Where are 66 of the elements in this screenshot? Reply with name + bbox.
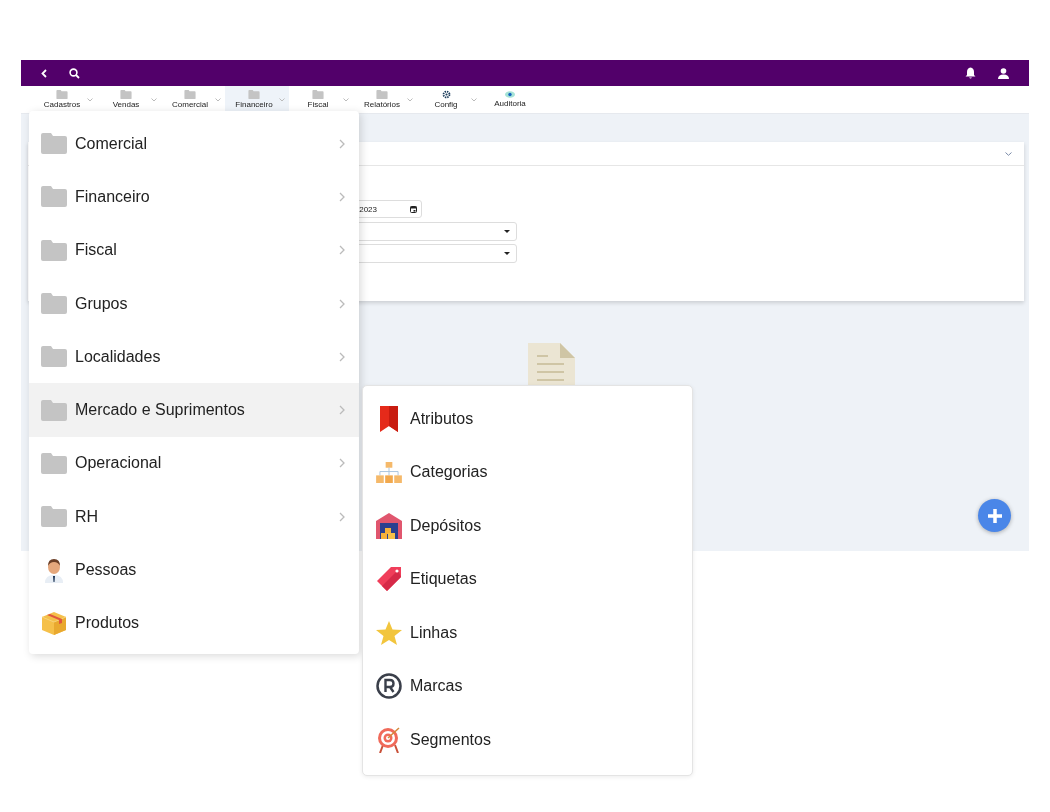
folder-icon <box>41 239 67 261</box>
search-icon[interactable] <box>69 67 80 79</box>
folder-icon <box>41 133 67 155</box>
user-icon[interactable] <box>998 67 1009 79</box>
menu-item[interactable]: Produtos <box>29 596 359 650</box>
warehouse-icon <box>376 512 402 539</box>
eye-icon <box>505 91 515 98</box>
add-button[interactable] <box>978 499 1011 532</box>
folder-icon <box>184 90 196 99</box>
menu-item[interactable]: RH <box>29 490 359 544</box>
menu-bar-item[interactable]: Relatórios <box>353 86 417 113</box>
box-icon <box>41 610 67 637</box>
menu-bar-item[interactable]: Fiscal <box>289 86 353 113</box>
star-icon <box>376 620 402 645</box>
target-icon <box>376 726 402 753</box>
chevron-right-icon <box>339 138 345 149</box>
folder-icon <box>41 399 67 421</box>
menu-bar-item[interactable]: Comercial <box>161 86 225 113</box>
submenu-item[interactable]: Etiquetas <box>363 552 692 606</box>
chevron-right-icon <box>339 405 345 416</box>
menu-item[interactable]: Mercado e Suprimentos <box>29 383 359 437</box>
menu-bar-item[interactable]: Config <box>417 86 481 113</box>
chevron-right-icon <box>339 458 345 469</box>
menu-item[interactable]: Comercial <box>29 117 359 171</box>
folder-icon <box>41 452 67 474</box>
chevron-right-icon <box>339 511 345 522</box>
menu-bar-item[interactable]: Cadastros <box>33 86 97 113</box>
menu-bar-item[interactable]: Vendas <box>97 86 161 113</box>
folder-icon <box>248 90 260 99</box>
folder-icon <box>56 90 68 99</box>
calendar-icon <box>410 205 417 213</box>
menu-item[interactable]: Fiscal <box>29 223 359 277</box>
chevron-right-icon <box>339 191 345 202</box>
chevron-right-icon <box>339 245 345 256</box>
registered-icon <box>376 673 402 700</box>
folder-icon <box>41 186 67 208</box>
chevron-right-icon <box>339 298 345 309</box>
dropdown-arrow-icon <box>504 252 510 255</box>
chevron-right-icon <box>339 351 345 362</box>
hierarchy-icon <box>376 461 402 483</box>
folder-icon <box>120 90 132 99</box>
folder-icon <box>41 346 67 368</box>
chevron-down-icon[interactable] <box>1005 151 1012 156</box>
submenu-item[interactable]: Depósitos <box>363 499 692 553</box>
folder-icon <box>41 293 67 315</box>
plus-icon <box>986 507 1003 524</box>
menu-item[interactable]: Operacional <box>29 436 359 491</box>
submenu-item[interactable]: Marcas <box>363 659 692 713</box>
folder-icon <box>312 90 324 99</box>
menu-item[interactable]: Localidades <box>29 330 359 384</box>
menu-item[interactable]: Financeiro <box>29 170 359 224</box>
menu-item[interactable]: Grupos <box>29 276 359 331</box>
folder-icon <box>41 506 67 528</box>
dropdown-arrow-icon <box>504 230 510 233</box>
folder-icon <box>376 90 388 99</box>
menu-bar-item[interactable]: Auditoria <box>481 86 545 113</box>
menu-item[interactable]: Pessoas <box>29 543 359 597</box>
submenu-item[interactable]: Atributos <box>363 392 692 446</box>
bell-icon[interactable] <box>965 67 976 79</box>
submenu-item[interactable]: Linhas <box>363 606 692 660</box>
tag-icon <box>376 566 402 593</box>
menu-bar-item[interactable]: Financeiro <box>225 86 289 113</box>
gear-icon <box>441 90 451 99</box>
back-icon[interactable] <box>41 68 47 78</box>
submenu-item[interactable]: Segmentos <box>363 713 692 767</box>
submenu-item[interactable]: Categorias <box>363 445 692 499</box>
